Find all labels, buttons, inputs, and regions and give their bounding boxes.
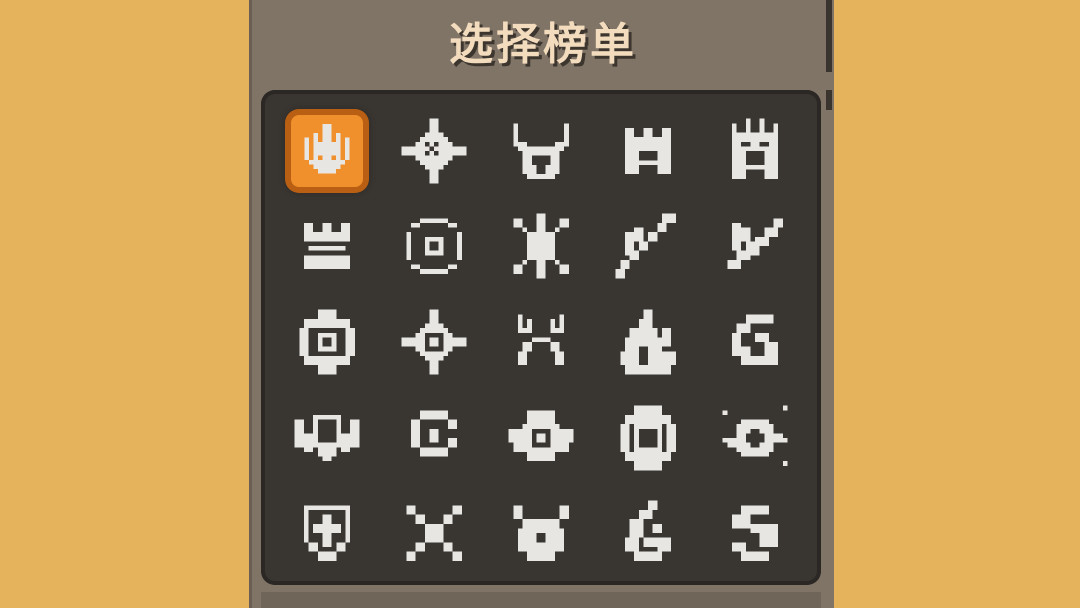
leaderboard-option-17[interactable] <box>381 390 488 486</box>
black-hole-icon <box>610 400 686 476</box>
spiked-helm-icon <box>717 113 793 189</box>
leaderboard-option-16[interactable] <box>274 390 381 486</box>
leaderboard-option-1[interactable] <box>274 103 381 199</box>
spiral-icon <box>396 400 472 476</box>
leaderboard-option-9[interactable] <box>594 199 701 295</box>
panel-edge <box>826 0 832 72</box>
leaderboard-option-21[interactable] <box>274 485 381 581</box>
horned-helm-icon <box>503 113 579 189</box>
fire-swirl-icon <box>610 495 686 571</box>
leaderboard-option-11[interactable] <box>274 294 381 390</box>
diamond-star-icon <box>396 304 472 380</box>
flame-icon <box>610 304 686 380</box>
vortex-eye-icon <box>396 208 472 284</box>
cross-shield-icon <box>289 495 365 571</box>
leaderboard-option-8[interactable] <box>488 199 595 295</box>
leaderboard-option-2[interactable] <box>381 103 488 199</box>
leaderboard-option-15[interactable] <box>701 294 808 390</box>
leaderboard-option-22[interactable] <box>381 485 488 581</box>
leaderboard-option-25[interactable] <box>701 485 808 581</box>
tower-icon <box>289 208 365 284</box>
shard-blade-icon <box>717 208 793 284</box>
panel-title: 选择榜单 <box>449 19 637 70</box>
bull-head-icon <box>503 495 579 571</box>
double-blade-icon <box>610 208 686 284</box>
leaderboard-option-10[interactable] <box>701 199 808 295</box>
castle-gate-icon <box>610 113 686 189</box>
leaderboard-option-6[interactable] <box>274 199 381 295</box>
winged-shield-icon <box>289 400 365 476</box>
leaderboard-option-14[interactable] <box>594 294 701 390</box>
leaderboard-option-3[interactable] <box>488 103 595 199</box>
gear-shield-icon <box>289 304 365 380</box>
leaderboard-option-5[interactable] <box>701 103 808 199</box>
winged-orb-icon <box>503 400 579 476</box>
leaderboard-option-12[interactable] <box>381 294 488 390</box>
crossed-swords-icon <box>396 495 472 571</box>
panel-bottom-strip <box>261 592 821 608</box>
leaderboard-option-20[interactable] <box>701 390 808 486</box>
emblem-dark-crown-icon <box>291 114 364 187</box>
leaderboard-option-19[interactable] <box>594 390 701 486</box>
crossed-arrows-icon <box>503 208 579 284</box>
wave-swirl-icon <box>717 304 793 380</box>
yin-wave-icon <box>717 495 793 571</box>
leaderboard-option-7[interactable] <box>381 199 488 295</box>
leaderboard-option-18[interactable] <box>488 390 595 486</box>
leaderboard-option-24[interactable] <box>594 485 701 581</box>
leaderboard-option-4[interactable] <box>594 103 701 199</box>
leaderboard-option-23[interactable] <box>488 485 595 581</box>
leaderboard-option-13[interactable] <box>488 294 595 390</box>
antler-icon <box>503 304 579 380</box>
compass-star-icon <box>396 113 472 189</box>
leaderboard-icon-grid <box>274 103 808 581</box>
planet-orbit-icon <box>717 400 793 476</box>
panel-edge <box>826 90 832 110</box>
